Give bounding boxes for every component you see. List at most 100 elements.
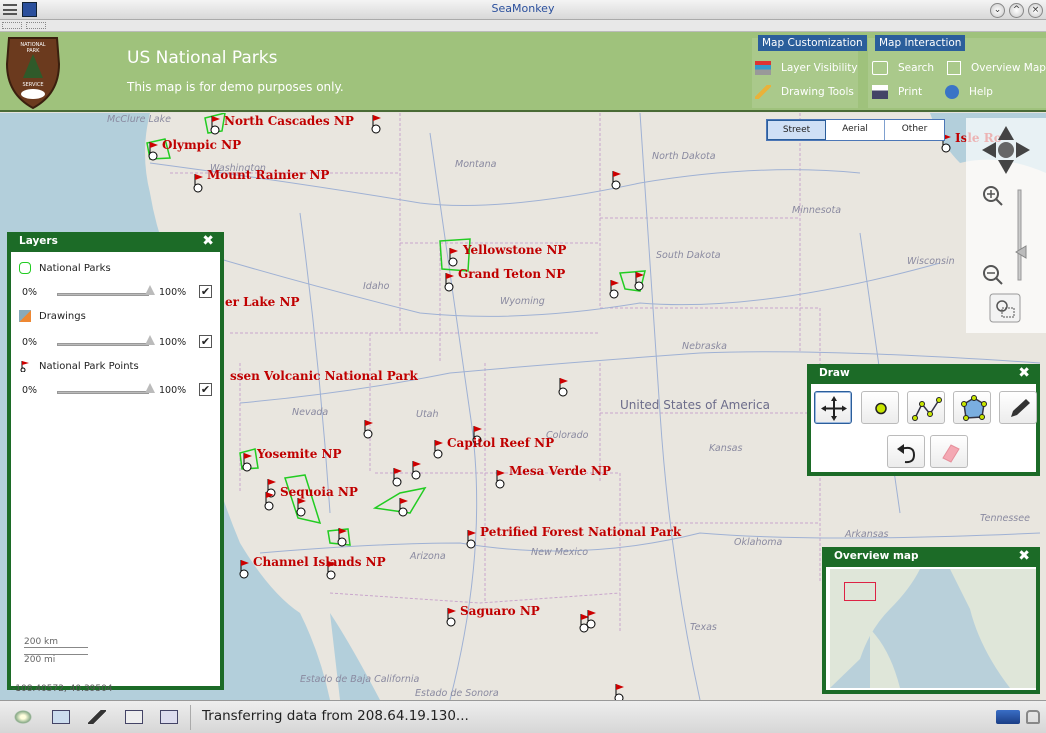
park-marker-icon[interactable]: [608, 279, 620, 299]
park-marker-icon[interactable]: [147, 141, 159, 161]
print-label: Print: [898, 86, 923, 98]
park-marker-icon[interactable]: [410, 460, 422, 480]
close-icon[interactable]: ✖: [1018, 548, 1030, 564]
scale-km: 200 km: [24, 637, 88, 648]
park-marker-icon[interactable]: [465, 529, 477, 549]
opacity-slider[interactable]: [57, 343, 149, 346]
zoom-in-icon: [983, 186, 1003, 206]
opacity-slider-thumb[interactable]: [145, 335, 155, 345]
overview-map-button[interactable]: Overview Map: [947, 61, 1046, 75]
opacity-slider-thumb[interactable]: [145, 285, 155, 295]
park-marker-icon[interactable]: [391, 467, 403, 487]
line-icon: [912, 397, 942, 421]
polygon-tool-button[interactable]: [953, 391, 991, 424]
freehand-tool-button[interactable]: [999, 391, 1037, 424]
close-icon[interactable]: ✖: [1018, 365, 1030, 381]
park-label: ssen Volcanic National Park: [230, 369, 418, 383]
park-marker-icon[interactable]: [585, 609, 597, 629]
park-marker-icon[interactable]: [241, 452, 253, 472]
label-arizona: Arizona: [410, 551, 446, 562]
layer-name: National Parks: [39, 263, 111, 274]
mail-icon[interactable]: [52, 710, 70, 724]
help-label: Help: [969, 86, 993, 98]
layer-visibility-button[interactable]: Layer Visibility: [755, 61, 858, 75]
tab-map-customization[interactable]: Map Customization: [758, 35, 867, 51]
park-marker-icon[interactable]: [494, 469, 506, 489]
park-marker-icon[interactable]: [613, 683, 625, 700]
basemap-aerial-button[interactable]: Aerial: [826, 120, 885, 140]
minimize-icon[interactable]: ⌄: [990, 3, 1005, 18]
visibility-checkbox[interactable]: ✔: [199, 335, 212, 348]
label-arkansas: Arkansas: [845, 529, 889, 540]
toolbar-grip-1[interactable]: [2, 22, 22, 29]
park-marker-icon[interactable]: [336, 527, 348, 547]
park-marker-icon[interactable]: [192, 173, 204, 193]
park-marker-icon[interactable]: [633, 271, 645, 291]
layer-visibility-label: Layer Visibility: [781, 62, 858, 74]
help-button[interactable]: Help: [945, 85, 993, 99]
address-book-icon[interactable]: [125, 710, 143, 724]
visibility-checkbox[interactable]: ✔: [199, 285, 212, 298]
online-status-icon[interactable]: [996, 710, 1020, 724]
point-tool-button[interactable]: [861, 391, 899, 424]
park-marker-icon[interactable]: [557, 377, 569, 397]
layer-name: Drawings: [39, 311, 86, 322]
composer-icon[interactable]: [88, 710, 106, 724]
chat-icon[interactable]: [160, 710, 178, 724]
navigator-icon[interactable]: [14, 710, 32, 724]
mouse-coordinates: -108.40572, 40.39504: [12, 684, 113, 694]
layers-panel-header: Layers ✖: [11, 232, 220, 252]
pan-tool-button[interactable]: [814, 391, 852, 424]
visibility-checkbox[interactable]: ✔: [199, 383, 212, 396]
basemap-switcher: Street Aerial Other: [766, 119, 945, 141]
logo-text-2: PARK: [27, 48, 41, 54]
print-icon: [872, 85, 888, 99]
park-label: er Lake NP: [225, 295, 300, 309]
park-label: Mount Rainier NP: [207, 168, 330, 182]
park-marker-icon[interactable]: [362, 419, 374, 439]
maximize-icon[interactable]: ^: [1009, 3, 1024, 18]
drawings-layer-icon: [19, 310, 31, 322]
pan-icon: [821, 396, 847, 421]
park-marker-icon[interactable]: [209, 115, 221, 135]
line-tool-button[interactable]: [907, 391, 945, 424]
park-marker-icon[interactable]: [610, 170, 622, 190]
print-button[interactable]: Print: [872, 85, 922, 99]
opacity-max: 100%: [159, 385, 187, 396]
status-separator: [190, 705, 191, 730]
park-marker-icon[interactable]: [397, 497, 409, 517]
tab-map-interaction[interactable]: Map Interaction: [875, 35, 966, 51]
map-canvas[interactable]: McClure Lake Washington Montana North Da…: [0, 113, 1046, 700]
park-marker-icon[interactable]: [238, 559, 250, 579]
park-label: Grand Teton NP: [458, 267, 566, 281]
basemap-other-button[interactable]: Other: [885, 120, 944, 140]
park-marker-icon[interactable]: [263, 491, 275, 511]
label-texas: Texas: [690, 622, 717, 633]
close-icon[interactable]: ×: [1028, 3, 1043, 18]
close-icon[interactable]: ✖: [202, 233, 214, 249]
label-usa: United States of America: [620, 398, 770, 412]
opacity-slider[interactable]: [57, 391, 149, 394]
park-marker-icon[interactable]: [447, 247, 459, 267]
opacity-slider[interactable]: [57, 293, 149, 296]
park-marker-icon[interactable]: [295, 497, 307, 517]
label-oklahoma: Oklahoma: [734, 537, 783, 548]
overview-map[interactable]: [830, 569, 1036, 688]
opacity-slider-thumb[interactable]: [145, 383, 155, 393]
toolbar-grip-2[interactable]: [26, 22, 46, 29]
zoom-slider-track: [1017, 189, 1022, 281]
park-marker-icon[interactable]: [445, 607, 457, 627]
lock-icon[interactable]: [1026, 710, 1040, 724]
window-title: SeaMonkey: [491, 2, 555, 15]
search-button[interactable]: Search: [872, 61, 934, 75]
park-marker-icon[interactable]: [443, 272, 455, 292]
park-marker-icon[interactable]: [370, 114, 382, 134]
park-marker-icon[interactable]: [432, 439, 444, 459]
label-north-dakota: North Dakota: [652, 151, 716, 162]
erase-button[interactable]: [930, 435, 968, 468]
basemap-street-button[interactable]: Street: [767, 120, 826, 140]
park-label: Sequoia NP: [280, 485, 358, 499]
overview-extent-box[interactable]: [844, 582, 876, 601]
drawing-tools-button[interactable]: Drawing Tools: [755, 85, 854, 99]
undo-button[interactable]: [887, 435, 925, 468]
